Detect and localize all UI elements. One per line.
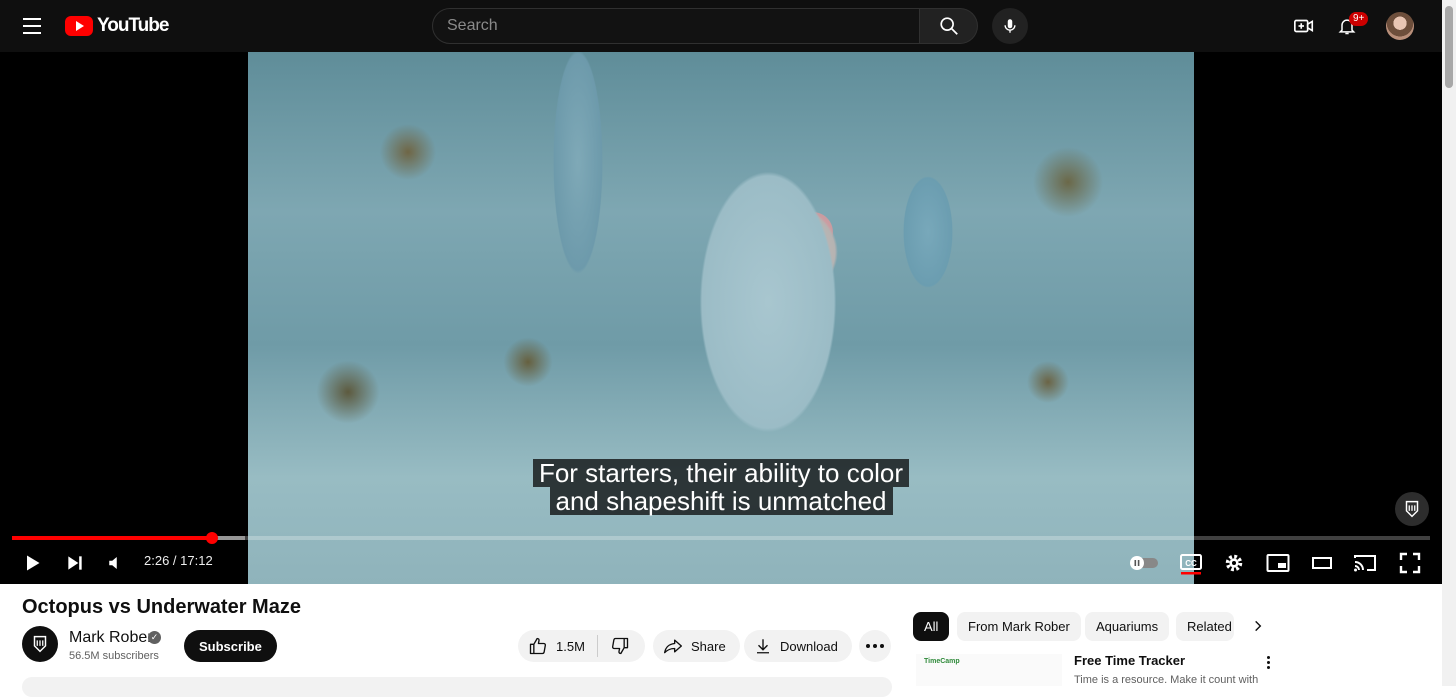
progress-scrubber[interactable] xyxy=(205,532,218,544)
progress-bar[interactable] xyxy=(12,532,1430,544)
captions: For starters, their ability to color and… xyxy=(0,459,1442,515)
search-icon xyxy=(939,17,958,35)
theater-mode-icon xyxy=(1312,557,1332,569)
page-scrollbar[interactable] xyxy=(1442,0,1456,686)
verified-check-icon: ✓ xyxy=(148,631,161,644)
caption-line: For starters, their ability to color xyxy=(532,459,910,487)
dislike-button[interactable] xyxy=(598,630,644,662)
guide-menu-button[interactable] xyxy=(18,12,46,40)
logo-text: YouTube xyxy=(97,15,169,36)
miniplayer-button[interactable] xyxy=(1264,549,1292,577)
ad-brand-logo: TimeCamp xyxy=(924,658,960,665)
masthead: YouTube 9+ xyxy=(0,0,1442,52)
chip-related[interactable]: Related xyxy=(1176,612,1234,641)
thumbs-down-icon xyxy=(611,637,629,655)
more-actions-button[interactable] xyxy=(859,630,891,662)
mute-button[interactable] xyxy=(102,549,130,577)
description-box[interactable] xyxy=(22,677,892,697)
cast-button[interactable] xyxy=(1351,549,1379,577)
youtube-logo-icon xyxy=(65,16,93,36)
ad-title[interactable]: Free Time Tracker xyxy=(1074,653,1185,668)
account-avatar[interactable] xyxy=(1386,12,1414,40)
like-dislike-group: 1.5M xyxy=(518,630,645,662)
search-input[interactable] xyxy=(432,8,920,44)
chips-next-button[interactable] xyxy=(1248,616,1268,636)
svg-text:CC: CC xyxy=(1185,559,1197,568)
download-label: Download xyxy=(780,638,838,654)
channel-logo-icon xyxy=(33,635,47,653)
closed-captions-icon: CC xyxy=(1180,554,1202,575)
theater-mode-button[interactable] xyxy=(1308,549,1336,577)
gear-icon xyxy=(1225,554,1243,572)
chevron-right-icon xyxy=(1255,620,1262,632)
progress-played xyxy=(12,536,212,540)
play-button[interactable] xyxy=(18,549,46,577)
autoplay-toggle[interactable] xyxy=(1128,549,1160,577)
chip-from-channel[interactable]: From Mark Rober xyxy=(957,612,1081,641)
create-video-icon xyxy=(1294,19,1314,33)
fullscreen-button[interactable] xyxy=(1396,549,1424,577)
chip-aquariums[interactable]: Aquariums xyxy=(1085,612,1170,641)
subtitles-button[interactable]: CC xyxy=(1177,549,1205,577)
fullscreen-icon xyxy=(1399,552,1421,574)
watch-metadata: Octopus vs Underwater Maze Mark Rober ✓ … xyxy=(0,584,1442,697)
youtube-logo[interactable]: YouTube xyxy=(65,15,169,37)
settings-button[interactable] xyxy=(1220,549,1248,577)
like-button[interactable]: 1.5M xyxy=(518,630,597,662)
time-display: 2:26 / 17:12 xyxy=(144,553,213,568)
microphone-icon xyxy=(1004,19,1016,33)
download-icon xyxy=(757,639,769,654)
like-count: 1.5M xyxy=(556,638,585,654)
chip-all[interactable]: All xyxy=(913,612,950,641)
search-box xyxy=(432,8,978,44)
volume-muted-icon xyxy=(109,557,117,569)
ad-thumbnail[interactable]: TimeCamp xyxy=(916,654,1062,686)
ad-description: Time is a resource. Make it count with xyxy=(1074,674,1259,686)
share-icon xyxy=(664,639,682,654)
miniplayer-icon xyxy=(1266,554,1290,572)
thumbs-up-icon xyxy=(529,637,547,655)
caption-line: and shapeshift is unmatched xyxy=(549,487,893,515)
share-button[interactable]: Share xyxy=(653,630,740,662)
channel-name-link[interactable]: Mark Rober xyxy=(69,629,153,647)
notification-badge: 9+ xyxy=(1349,12,1369,26)
skip-next-icon xyxy=(68,556,82,570)
subscribe-button[interactable]: Subscribe xyxy=(184,630,277,662)
next-button[interactable] xyxy=(61,549,89,577)
cast-icon xyxy=(1354,555,1376,572)
download-button[interactable]: Download xyxy=(744,630,852,662)
create-button[interactable] xyxy=(1290,12,1318,40)
subscriber-count: 56.5M subscribers xyxy=(69,650,159,662)
channel-avatar[interactable] xyxy=(22,626,58,662)
video-title: Octopus vs Underwater Maze xyxy=(22,596,301,618)
ad-menu-button[interactable] xyxy=(1260,652,1276,672)
video-player[interactable]: For starters, their ability to color and… xyxy=(0,52,1442,584)
share-label: Share xyxy=(691,638,726,654)
play-icon xyxy=(27,555,40,571)
autoplay-toggle-icon xyxy=(1130,556,1158,570)
chip-related-clip: Related xyxy=(1176,612,1234,641)
voice-search-button[interactable] xyxy=(992,8,1028,44)
search-button[interactable] xyxy=(920,8,978,44)
scrollbar-thumb[interactable] xyxy=(1445,6,1453,88)
